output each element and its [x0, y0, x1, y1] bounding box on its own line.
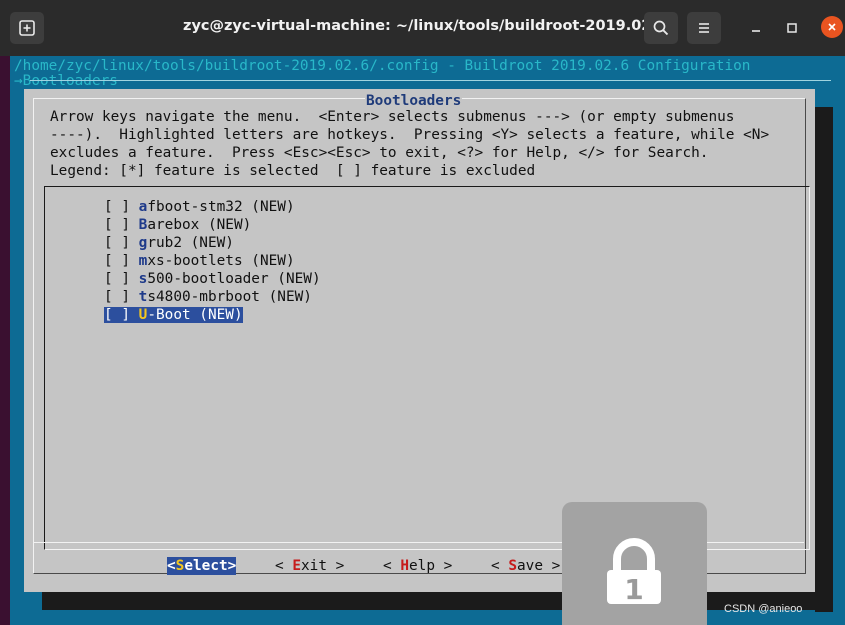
watermark: CSDN @anieoo — [724, 603, 803, 615]
checkbox[interactable]: [ ] — [104, 289, 139, 305]
button-bracket: < — [491, 558, 509, 574]
menu-item-afboot-stm32[interactable]: [ ] afboot-stm32 (NEW) — [104, 198, 295, 216]
checkbox[interactable]: [ ] — [104, 199, 139, 215]
new-tab-icon — [19, 20, 35, 36]
menu-item-grub2[interactable]: [ ] grub2 (NEW) — [104, 234, 234, 252]
menu-button[interactable] — [687, 12, 721, 44]
menu-item-mxs-bootlets[interactable]: [ ] mxs-bootlets (NEW) — [104, 252, 295, 270]
close-icon — [828, 23, 836, 31]
checkbox[interactable]: [ ] — [104, 235, 139, 251]
menu-item-label: rub2 (NEW) — [147, 235, 234, 251]
checkbox[interactable]: [ ] — [104, 271, 139, 287]
dialog-shadow-right — [815, 107, 833, 612]
help-text-line: Legend: [*] feature is selected [ ] feat… — [50, 163, 536, 179]
menu-item-label: -Boot (NEW) — [147, 307, 243, 323]
maximize-button[interactable] — [778, 14, 806, 42]
checkbox[interactable]: [ ] — [104, 217, 139, 233]
checkbox[interactable]: [ ] — [104, 307, 139, 323]
breadcrumb: →Bootloaders — [14, 73, 118, 89]
save-button[interactable]: < Save > — [491, 557, 560, 575]
help-text-line: ----). Highlighted letters are hotkeys. … — [50, 127, 770, 143]
select-button[interactable]: <Select> — [167, 557, 237, 575]
help-text-line: excludes a feature. Press <Esc><Esc> to … — [50, 145, 709, 161]
exit-button[interactable]: < Exit > — [275, 557, 344, 575]
search-button[interactable] — [644, 12, 678, 44]
help-button[interactable]: < Help > — [383, 557, 452, 575]
button-bracket: < — [275, 558, 293, 574]
menu-item-label: 500-bootloader (NEW) — [147, 271, 321, 287]
menu-item-barebox[interactable]: [ ] Barebox (NEW) — [104, 216, 251, 234]
selected-highlight: [ ] U-Boot (NEW) — [104, 307, 243, 323]
button-bracket: < — [383, 558, 401, 574]
window-titlebar: zyc@zyc-virtual-machine: ~/linux/tools/b… — [0, 0, 845, 56]
lock-number: 1 — [624, 573, 643, 606]
minimize-icon — [752, 30, 760, 32]
menu-item-label: fboot-stm32 (NEW) — [147, 199, 295, 215]
button-label: elp > — [409, 558, 453, 574]
lock-icon: 1 — [607, 538, 661, 606]
button-hotkey: E — [292, 558, 301, 574]
terminal-left-edge — [0, 56, 10, 625]
checkbox[interactable]: [ ] — [104, 253, 139, 269]
button-label: xit > — [301, 558, 345, 574]
button-label: ave > — [517, 558, 561, 574]
header-rule — [30, 80, 831, 81]
menu-item-u-boot[interactable]: [ ] U-Boot (NEW) — [104, 306, 243, 324]
search-icon — [653, 20, 669, 36]
menu-item-label: xs-bootlets (NEW) — [147, 253, 295, 269]
dialog-shadow-bottom — [42, 592, 833, 610]
button-hotkey: S — [508, 558, 517, 574]
button-label: elect> — [184, 558, 237, 574]
help-text-line: Arrow keys navigate the menu. <Enter> se… — [50, 109, 735, 125]
new-tab-button[interactable] — [10, 12, 44, 44]
menu-item-label: arebox (NEW) — [147, 217, 252, 233]
menu-item-s500-bootloader[interactable]: [ ] s500-bootloader (NEW) — [104, 270, 321, 288]
close-button[interactable] — [821, 16, 843, 38]
minimize-button[interactable] — [742, 14, 770, 42]
maximize-icon — [787, 23, 797, 33]
button-bracket: < — [167, 558, 176, 574]
screen: zyc@zyc-virtual-machine: ~/linux/tools/b… — [0, 0, 845, 625]
menu-item-label: s4800-mbrboot (NEW) — [147, 289, 312, 305]
hamburger-menu-icon — [699, 23, 709, 33]
config-path-header: /home/zyc/linux/tools/buildroot-2019.02.… — [14, 58, 751, 74]
menu-item-ts4800-mbrboot[interactable]: [ ] ts4800-mbrboot (NEW) — [104, 288, 312, 306]
window-title: zyc@zyc-virtual-machine: ~/linux/tools/b… — [183, 18, 667, 34]
lock-overlay: 1 — [562, 502, 707, 625]
button-hotkey: H — [400, 558, 409, 574]
